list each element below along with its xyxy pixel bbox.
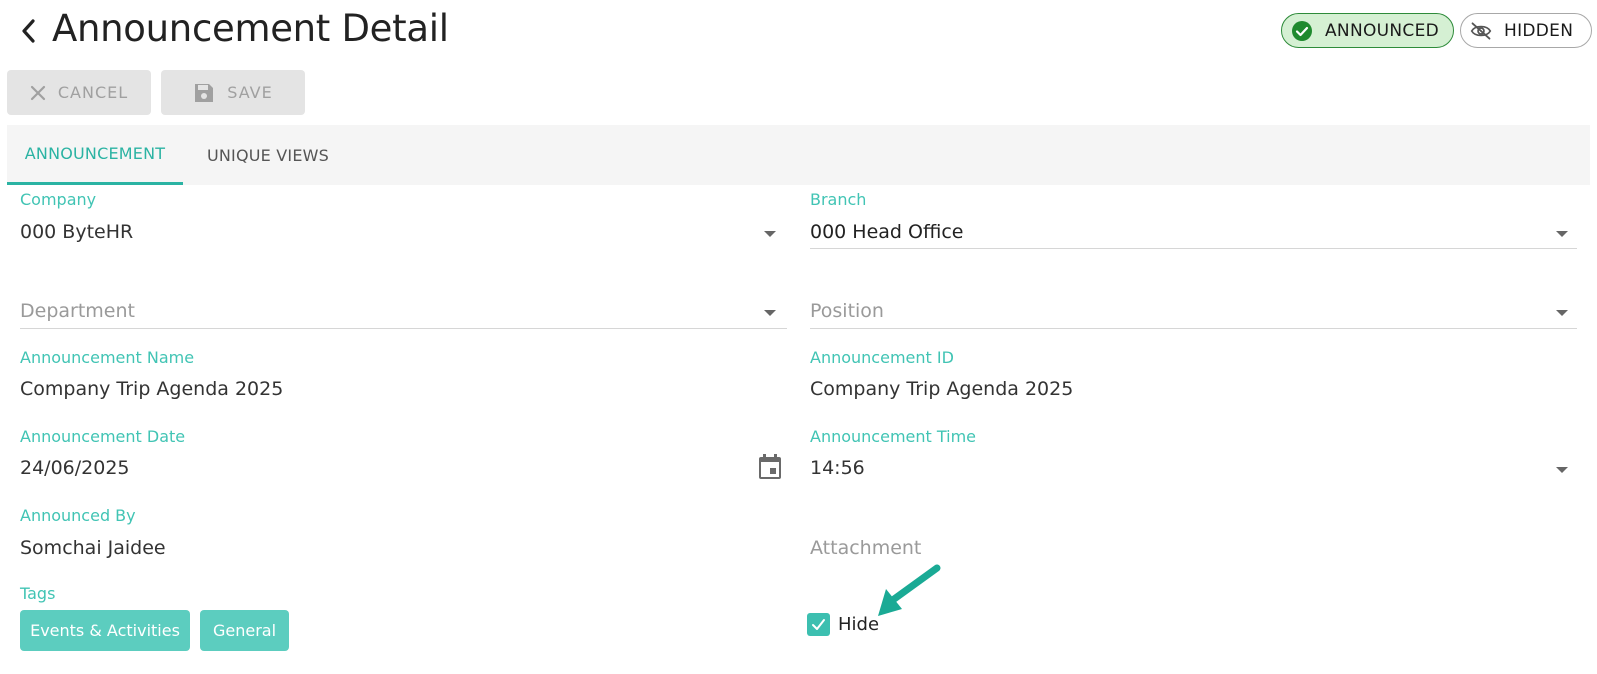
branch-value: 000 Head Office: [810, 221, 964, 243]
announced-by-value: Somchai Jaidee: [20, 537, 166, 559]
chevron-down-icon: [764, 310, 776, 316]
announcement-date-value: 24/06/2025: [20, 457, 130, 479]
position-placeholder: Position: [810, 300, 884, 322]
company-label: Company: [20, 190, 97, 209]
page-header: Announcement Detail ANNOUNCED HIDDEN: [0, 0, 1597, 62]
status-badge-label: ANNOUNCED: [1325, 20, 1440, 41]
annotation-arrow-icon: [878, 564, 941, 616]
tab-unique-views[interactable]: UNIQUE VIEWS: [191, 125, 345, 185]
announcement-id-label: Announcement ID: [810, 348, 954, 367]
tab-announcement[interactable]: ANNOUNCEMENT: [7, 125, 183, 185]
check-icon: [812, 619, 825, 630]
attachment-placeholder: Attachment: [810, 537, 922, 559]
cancel-button-label: CANCEL: [57, 83, 129, 102]
status-badge-label: HIDDEN: [1504, 20, 1574, 41]
company-select[interactable]: Company 000 ByteHR: [20, 190, 787, 250]
department-select[interactable]: Department: [20, 298, 787, 330]
chevron-down-icon: [1556, 310, 1568, 316]
position-select[interactable]: Position: [810, 298, 1577, 330]
check-circle-icon: [1291, 20, 1313, 42]
floppy-disk-icon: [193, 82, 215, 104]
branch-select[interactable]: Branch 000 Head Office: [810, 190, 1577, 250]
branch-underline: [810, 248, 1577, 249]
save-button[interactable]: SAVE: [161, 70, 305, 115]
announcement-id-value: Company Trip Agenda 2025: [810, 378, 1074, 400]
chevron-down-icon: [1556, 467, 1568, 473]
status-badge-hidden[interactable]: HIDDEN: [1460, 13, 1592, 48]
chevron-left-icon: [22, 19, 35, 43]
save-button-label: SAVE: [227, 83, 273, 102]
department-placeholder: Department: [20, 300, 135, 322]
announcement-name-label: Announcement Name: [20, 348, 195, 367]
cancel-button[interactable]: CANCEL: [7, 70, 151, 115]
announced-by-label: Announced By: [20, 506, 136, 525]
announcement-time-select[interactable]: Announcement Time 14:56: [810, 427, 1577, 483]
chevron-down-icon: [764, 231, 776, 237]
company-value: 000 ByteHR: [20, 221, 134, 243]
tab-bar: ANNOUNCEMENT UNIQUE VIEWS: [7, 125, 1590, 185]
announcement-name-field[interactable]: Announcement Name Company Trip Agenda 20…: [20, 348, 787, 404]
page-title: Announcement Detail: [52, 7, 449, 50]
eye-off-icon: [1470, 20, 1492, 42]
position-underline: [810, 328, 1577, 329]
department-underline: [20, 328, 787, 329]
announcement-date-label: Announcement Date: [20, 427, 186, 446]
status-badge-announced[interactable]: ANNOUNCED: [1281, 13, 1454, 48]
announcement-time-label: Announcement Time: [810, 427, 977, 446]
announcement-name-value: Company Trip Agenda 2025: [20, 378, 284, 400]
tag-chip[interactable]: General: [200, 610, 289, 651]
chevron-down-icon: [1556, 231, 1568, 237]
announcement-id-field[interactable]: Announcement ID Company Trip Agenda 2025: [810, 348, 1577, 404]
tag-chip[interactable]: Events & Activities: [20, 610, 190, 651]
close-icon: [30, 85, 46, 101]
branch-label: Branch: [810, 190, 867, 209]
back-button[interactable]: [14, 14, 42, 48]
announcement-date-field[interactable]: Announcement Date 24/06/2025: [20, 427, 787, 483]
hide-checkbox[interactable]: [807, 613, 830, 636]
tags-label: Tags: [20, 584, 56, 603]
announced-by-field[interactable]: Announced By Somchai Jaidee: [20, 506, 787, 562]
calendar-icon[interactable]: [758, 454, 782, 480]
announcement-time-value: 14:56: [810, 457, 865, 479]
